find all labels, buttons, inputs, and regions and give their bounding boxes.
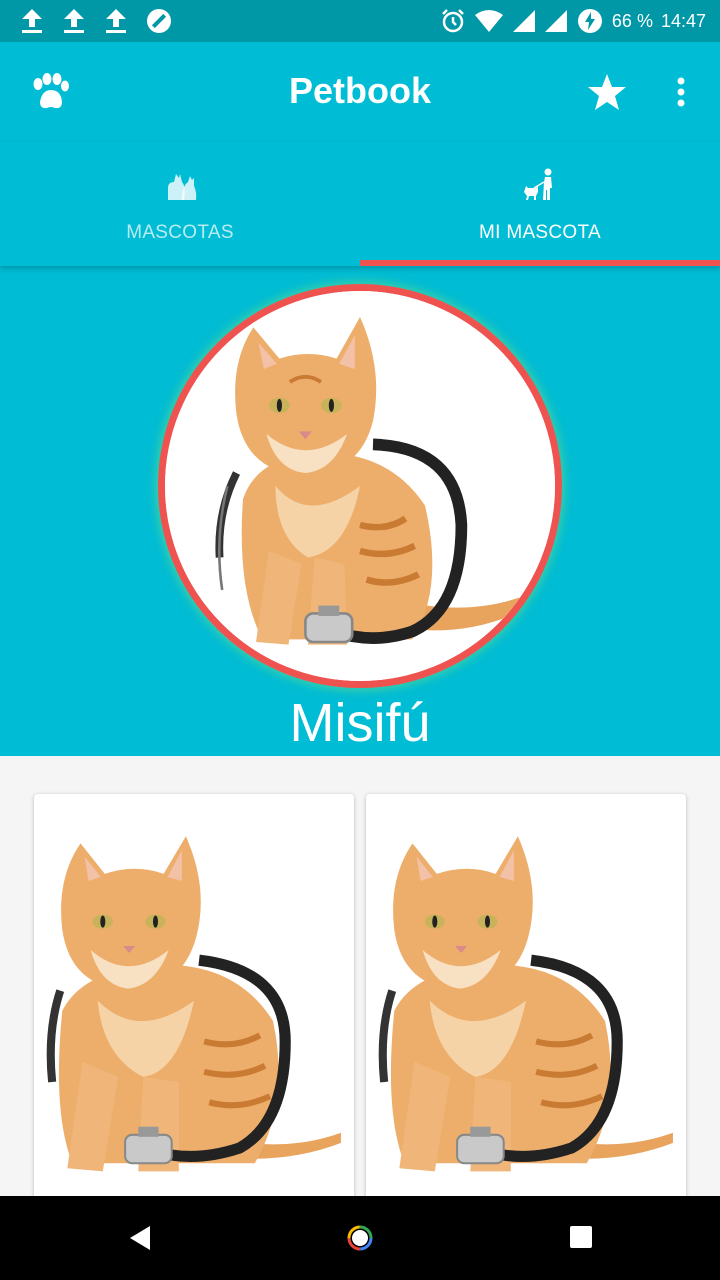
pets-group-icon: [168, 174, 197, 200]
upload-icon: [22, 9, 42, 33]
tab-bar: MASCOTAS MI MASCOTA: [0, 142, 720, 266]
tab-indicator: [360, 260, 720, 266]
blocked-icon: [147, 9, 171, 33]
cat-photo: [374, 818, 678, 1214]
cat-photo: [165, 291, 555, 681]
status-bar: 66 % 14:47: [0, 0, 720, 42]
alarm-icon: [442, 9, 464, 33]
recent-apps-icon[interactable]: [570, 1226, 592, 1248]
pet-profile-header: Misifú: [0, 266, 720, 756]
pet-name: Misifú: [289, 693, 431, 753]
photo-card[interactable]: [366, 794, 686, 1214]
signal-icon: [512, 10, 535, 32]
cat-photo: [42, 818, 346, 1214]
tab-mi-mascota-label: MI MASCOTA: [479, 222, 601, 243]
upload-icon: [64, 9, 84, 33]
more-vert-icon[interactable]: [670, 76, 692, 108]
upload-icon: [106, 9, 126, 33]
photo-card[interactable]: [34, 794, 354, 1214]
signal-icon: [544, 10, 567, 32]
system-nav-bar: [0, 1196, 720, 1280]
screen: 66 % 14:47 Petbook MASCOTAS MI MASCOTA M…: [0, 0, 720, 1280]
tab-mascotas[interactable]: MASCOTAS: [0, 142, 360, 266]
tab-mi-mascota[interactable]: MI MASCOTA: [360, 142, 720, 266]
person-walking-dog-icon: [524, 168, 552, 200]
photo-grid: [0, 756, 720, 1214]
wifi-icon: [474, 10, 503, 32]
tab-mascotas-label: MASCOTAS: [126, 222, 234, 243]
clock: 14:47: [660, 10, 706, 31]
back-icon[interactable]: [126, 1224, 152, 1252]
star-icon[interactable]: [586, 72, 628, 112]
pet-avatar[interactable]: [158, 284, 562, 688]
home-icon[interactable]: [346, 1224, 374, 1252]
app-bar: Petbook: [0, 42, 720, 142]
battery-level: 66 %: [611, 10, 653, 31]
battery-charging-icon: [577, 9, 602, 33]
